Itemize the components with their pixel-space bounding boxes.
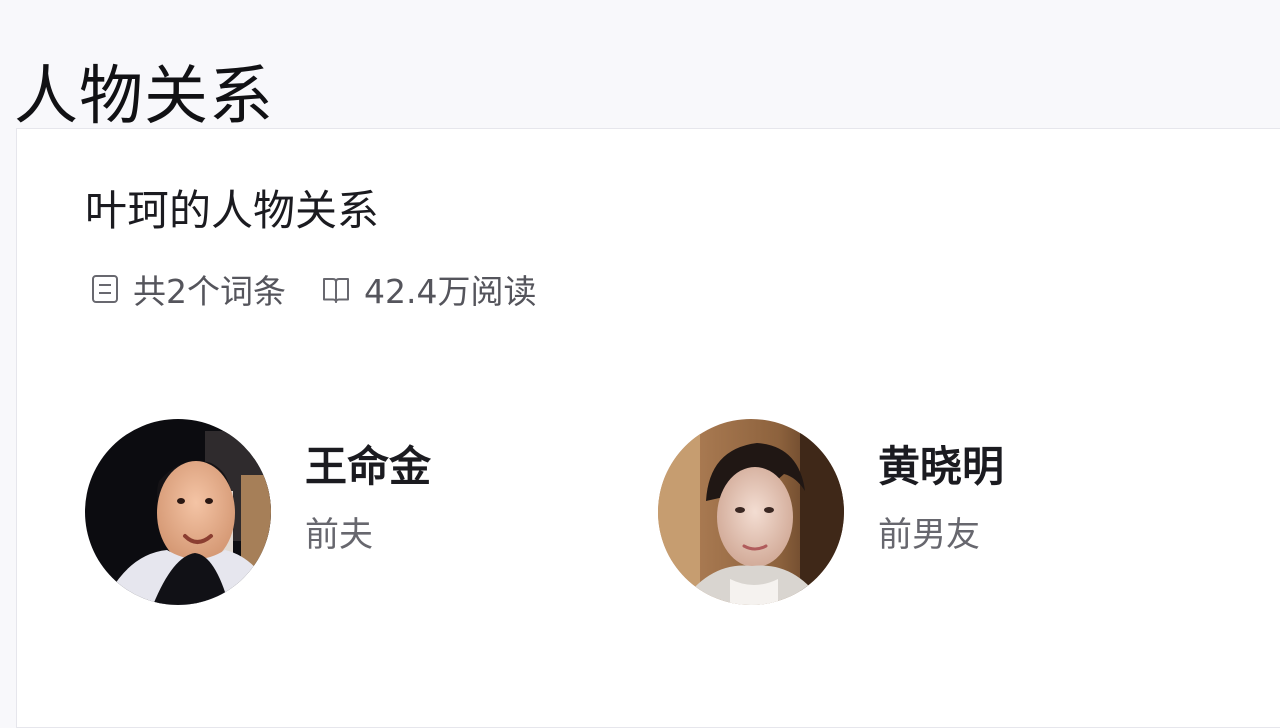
person-relation: 前夫	[305, 515, 373, 555]
avatar-placeholder	[85, 419, 271, 605]
person-huang-xiaoming[interactable]: 黄晓明 前男友	[658, 419, 1004, 605]
person-info: 王命金 前夫	[305, 439, 431, 559]
entries-count: 共2个词条	[133, 272, 286, 311]
person-name[interactable]: 黄晓明	[878, 439, 1004, 495]
avatar[interactable]	[658, 419, 844, 605]
document-icon	[92, 275, 118, 303]
card-stats: 共2个词条 42.4万阅读	[89, 269, 536, 311]
avatar-placeholder	[658, 419, 844, 605]
avatar[interactable]	[85, 419, 271, 605]
book-icon	[323, 278, 349, 303]
person-info: 黄晓明 前男友	[878, 439, 1004, 559]
reads-count: 42.4万阅读	[364, 272, 537, 311]
person-relation: 前男友	[878, 515, 980, 555]
relations-card: 叶珂的人物关系 共2个词条 42.4万阅读 王命金 前夫 黄晓明 前男友	[16, 128, 1280, 728]
reads-stat: 42.4万阅读	[320, 265, 536, 313]
person-name[interactable]: 王命金	[305, 439, 431, 495]
card-title: 叶珂的人物关系	[85, 186, 380, 235]
entries-stat: 共2个词条	[89, 265, 286, 313]
person-wang-mingjin[interactable]: 王命金 前夫	[85, 419, 431, 605]
